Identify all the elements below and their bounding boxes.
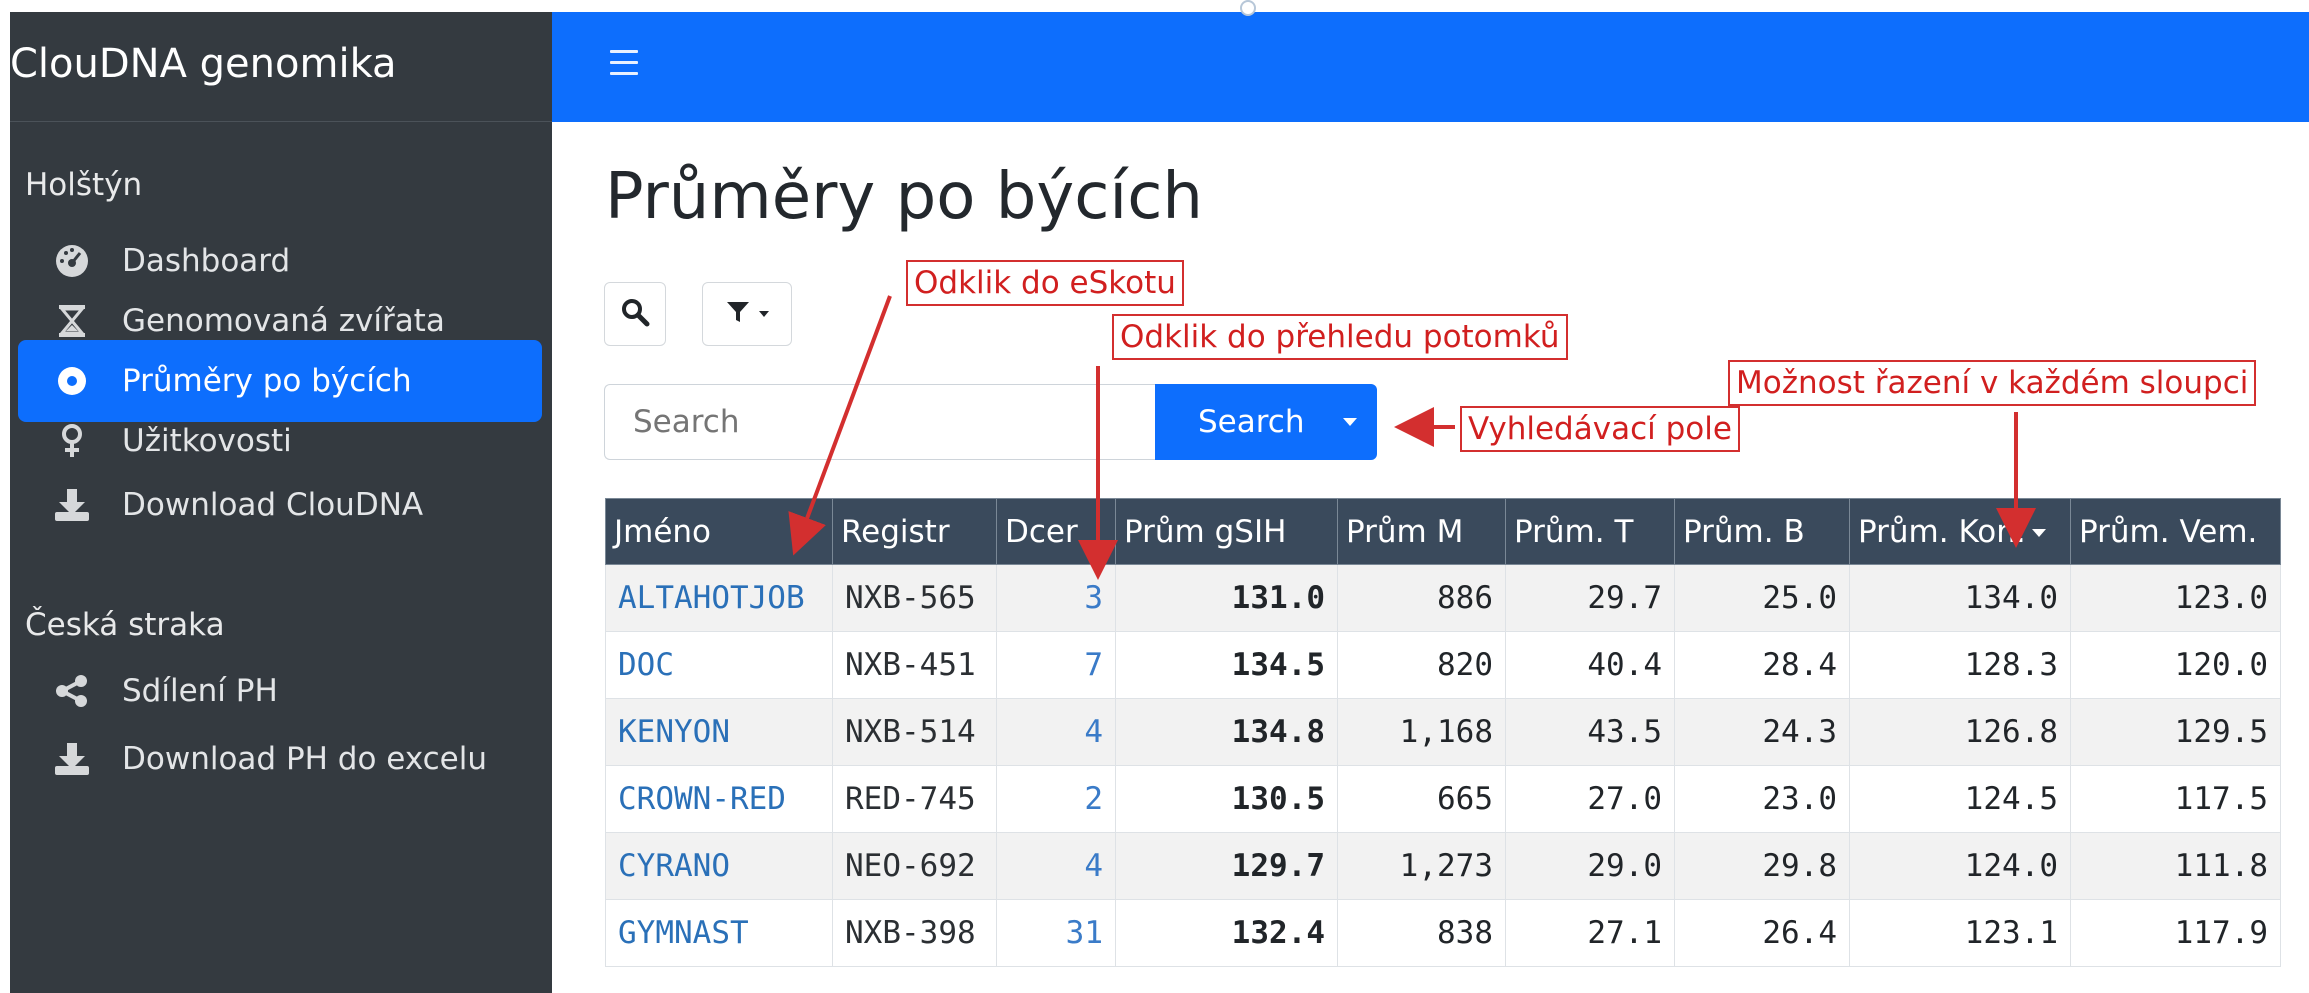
annotation-sorting: Možnost řazení v každém sloupci: [1728, 360, 2257, 406]
annotation-eskot: Odklik do eSkotu: [906, 260, 1184, 306]
annotation-arrow-eskot: [788, 295, 892, 556]
annotation-offspring: Odklik do přehledu potomků: [1112, 314, 1568, 360]
annotation-arrows-layer: [788, 295, 2036, 580]
annotation-search-field: Vyhledávací pole: [1460, 406, 1740, 452]
